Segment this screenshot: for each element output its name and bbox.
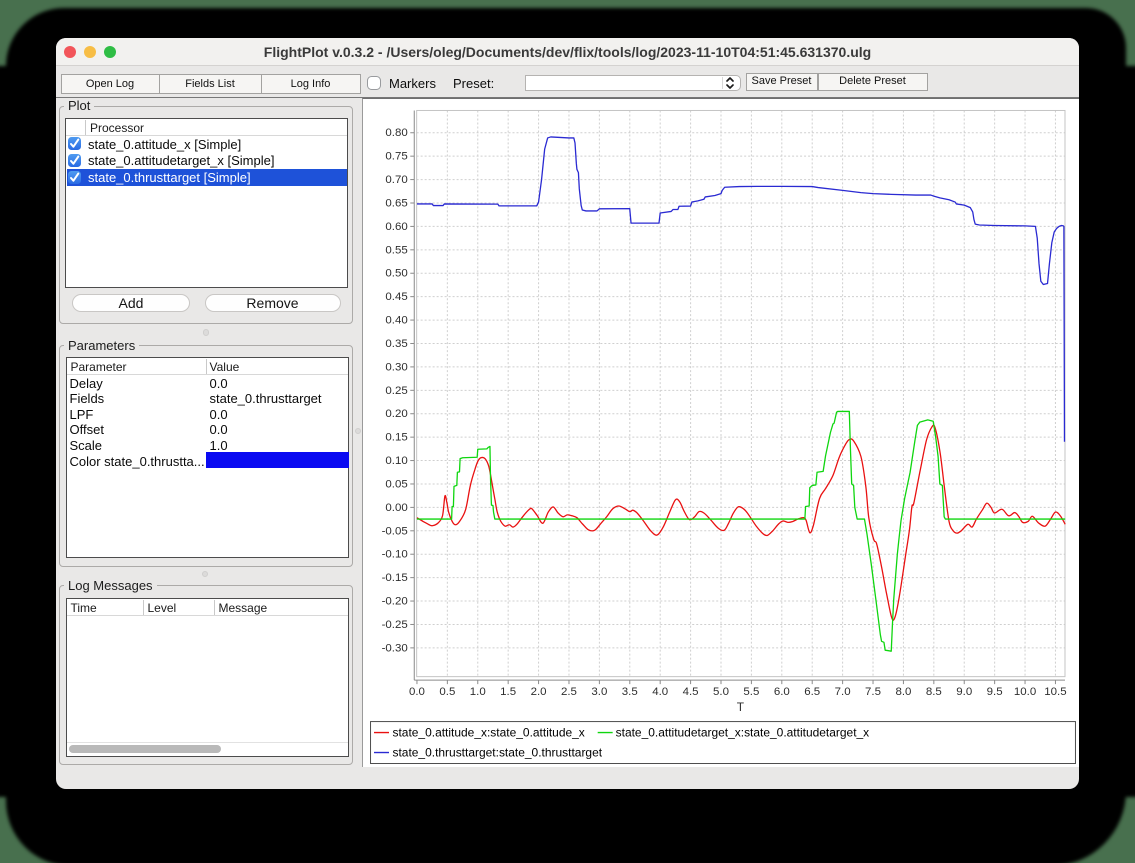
svg-text:0.00: 0.00 (385, 502, 407, 514)
svg-text:0.50: 0.50 (385, 268, 407, 280)
svg-text:0.25: 0.25 (385, 385, 407, 397)
svg-text:-0.10: -0.10 (382, 549, 408, 561)
svg-text:0.30: 0.30 (385, 361, 407, 373)
svg-text:0.35: 0.35 (385, 338, 407, 350)
svg-text:8.0: 8.0 (895, 686, 911, 698)
svg-text:-0.25: -0.25 (382, 619, 408, 631)
svg-text:state_0.attitude_x:state_0.att: state_0.attitude_x:state_0.attitude_x (392, 726, 584, 740)
svg-text:state_0.thrusttarget:state_0.t: state_0.thrusttarget:state_0.thrusttarge… (392, 746, 602, 760)
svg-text:-0.15: -0.15 (382, 572, 408, 584)
svg-text:0.15: 0.15 (385, 432, 407, 444)
svg-text:9.0: 9.0 (956, 686, 972, 698)
svg-text:0.0: 0.0 (409, 686, 425, 698)
svg-text:0.75: 0.75 (385, 151, 407, 163)
svg-text:6.5: 6.5 (804, 686, 820, 698)
svg-text:7.0: 7.0 (835, 686, 851, 698)
svg-text:1.0: 1.0 (470, 686, 486, 698)
svg-text:4.0: 4.0 (652, 686, 668, 698)
svg-text:T: T (737, 700, 745, 714)
svg-text:3.0: 3.0 (591, 686, 607, 698)
svg-text:0.10: 0.10 (385, 455, 407, 467)
svg-text:0.05: 0.05 (385, 478, 407, 490)
svg-text:state_0.attitudetarget_x:state: state_0.attitudetarget_x:state_0.attitud… (616, 726, 870, 740)
svg-text:5.5: 5.5 (743, 686, 759, 698)
svg-text:10.0: 10.0 (1014, 686, 1036, 698)
svg-text:0.20: 0.20 (385, 408, 407, 420)
svg-text:0.65: 0.65 (385, 197, 407, 209)
svg-text:0.55: 0.55 (385, 244, 407, 256)
svg-text:3.5: 3.5 (622, 686, 638, 698)
svg-text:0.45: 0.45 (385, 291, 407, 303)
svg-text:10.5: 10.5 (1044, 686, 1066, 698)
svg-text:0.5: 0.5 (439, 686, 455, 698)
svg-text:5.0: 5.0 (713, 686, 729, 698)
svg-text:4.5: 4.5 (683, 686, 699, 698)
svg-text:1.5: 1.5 (500, 686, 516, 698)
svg-text:-0.05: -0.05 (382, 525, 408, 537)
svg-text:2.0: 2.0 (531, 686, 547, 698)
svg-text:0.60: 0.60 (385, 221, 407, 233)
svg-text:0.80: 0.80 (385, 127, 407, 139)
svg-text:0.40: 0.40 (385, 315, 407, 327)
svg-text:-0.30: -0.30 (382, 642, 408, 654)
svg-text:2.5: 2.5 (561, 686, 577, 698)
svg-text:9.5: 9.5 (987, 686, 1003, 698)
svg-text:6.0: 6.0 (774, 686, 790, 698)
svg-text:-0.20: -0.20 (382, 596, 408, 608)
svg-text:8.5: 8.5 (926, 686, 942, 698)
svg-text:7.5: 7.5 (865, 686, 881, 698)
svg-text:0.70: 0.70 (385, 174, 407, 186)
